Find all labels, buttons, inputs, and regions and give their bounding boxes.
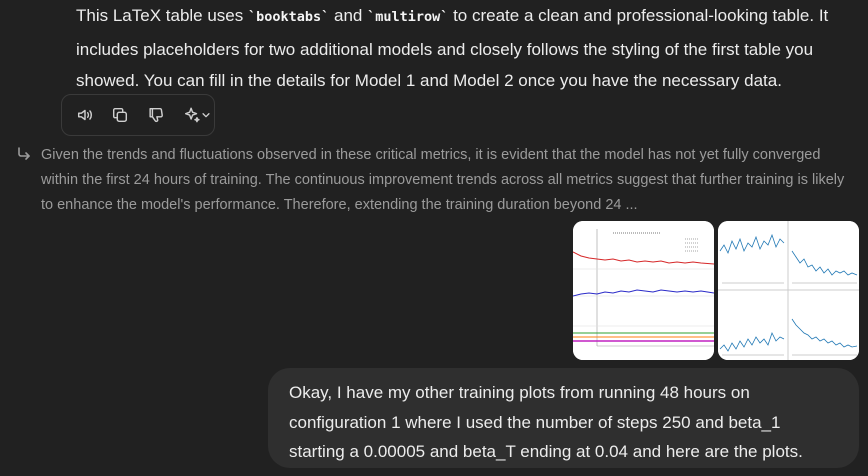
assistant-message: This LaTeX table uses `booktabs` and `mu… bbox=[76, 0, 861, 97]
chevron-down-icon bbox=[202, 113, 210, 118]
sparkle-icon bbox=[185, 107, 200, 123]
read-aloud-button[interactable] bbox=[74, 104, 96, 126]
inline-code-multirow: `multirow` bbox=[367, 9, 449, 25]
user-message-text: Okay, I have my other training plots fro… bbox=[289, 383, 803, 461]
assistant-text-1: This LaTeX table uses bbox=[76, 6, 248, 25]
quoted-reply-context: Given the trends and fluctuations observ… bbox=[16, 143, 846, 218]
regenerate-button[interactable] bbox=[181, 104, 214, 126]
training-plot-thumbnail bbox=[573, 221, 714, 360]
speaker-icon bbox=[77, 109, 92, 121]
reply-arrow-icon bbox=[16, 146, 34, 164]
assistant-text-2: and bbox=[329, 6, 368, 25]
thumbs-down-icon bbox=[149, 107, 163, 123]
copy-button[interactable] bbox=[110, 104, 132, 126]
metrics-grid-thumbnail bbox=[718, 221, 859, 360]
message-actions-bar bbox=[61, 94, 215, 136]
user-message-bubble: Okay, I have my other training plots fro… bbox=[268, 368, 859, 468]
attachment-image-2[interactable] bbox=[718, 221, 859, 360]
copy-icon bbox=[113, 107, 128, 123]
attachment-image-1[interactable] bbox=[573, 221, 714, 360]
quoted-reply-text: Given the trends and fluctuations observ… bbox=[41, 147, 845, 213]
inline-code-booktabs: `booktabs` bbox=[247, 9, 330, 25]
thumbs-down-button[interactable] bbox=[145, 104, 167, 126]
